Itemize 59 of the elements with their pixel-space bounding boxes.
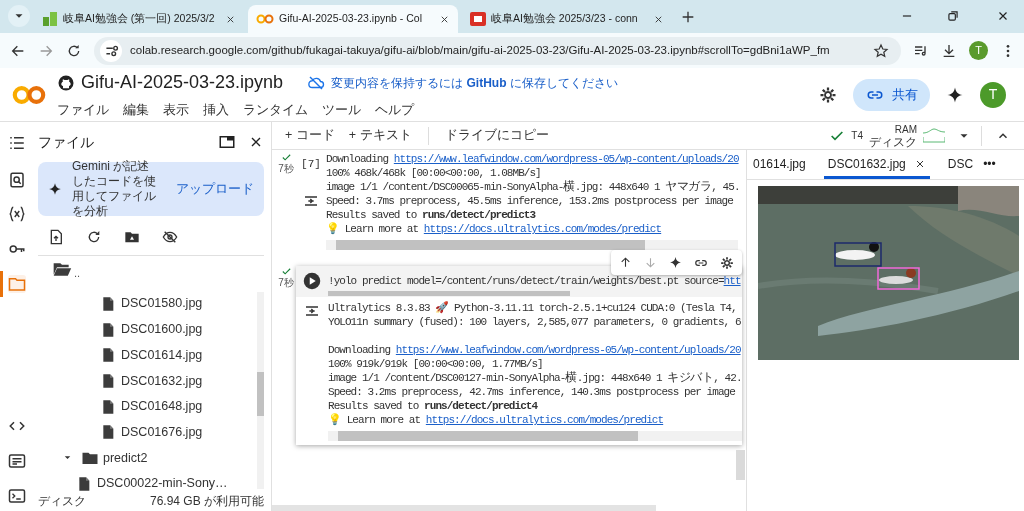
output-line: Results saved to runs/detect/predict4 xyxy=(328,399,539,413)
banner-text: Gemini が記述したコードを使用してファイルを分析 xyxy=(72,159,157,219)
copy-to-drive-button[interactable]: ドライブにコピー xyxy=(444,126,549,145)
address-bar[interactable]: colab.research.google.com/github/fukagai-takuya/gifu-ai/blob/main/gifu-ai-2025-03-23/Gifu-AI-2025-03-23.ipynb#scrollTo=gdBni1aWP_fm xyxy=(94,36,901,65)
output-line: Speed: 3.7ms preprocess, 45.5ms inference, 153.2ms postprocess per image xyxy=(326,194,734,208)
output-line: 💡 Learn more at https://docs.ultralytics.com/modes/predict xyxy=(326,222,663,236)
output-line: 100% 468k/468k [00:00<00:00, 1.08MB/s] xyxy=(326,166,542,180)
browser-tab[interactable]: 岐阜AI勉強会 2025/3/23 - conn xyxy=(462,5,672,33)
user-avatar[interactable]: T xyxy=(980,81,1006,108)
file-tab[interactable]: DSC xyxy=(943,150,978,179)
menu-item[interactable]: 編集 xyxy=(123,100,149,120)
notebook-title[interactable]: Gifu-AI-2025-03-23.ipynb xyxy=(81,69,284,97)
output-line: Downloading https://www.leafwindow.com/wordpress-05/wp-content/uploads/20 xyxy=(328,343,742,357)
output-line: image 1/1 /content/DSC00065-min-SonyAlpha-横.jpg: 448x640 1 ヤマガラ, 45. xyxy=(326,180,738,194)
output-line: 💡 Learn more at https://docs.ultralytics.com/modes/predict xyxy=(328,413,665,427)
output-line: Ultralytics 8.3.83 🚀 Python-3.11.11 torch-2.5.1+cu124 CUDA:0 (Tesla T4, xyxy=(328,301,738,315)
menu-item[interactable]: ランタイム xyxy=(243,100,308,120)
output-line: 100% 919k/919k [00:00<00:00, 1.77MB/s] xyxy=(328,357,544,371)
browser-tab[interactable]: Gifu-AI-2025-03-23.ipynb - Col xyxy=(248,5,458,33)
output-line: Results saved to runs/detect/predict3 xyxy=(326,208,537,222)
disk-label: ディスク xyxy=(38,493,86,510)
url-text: colab.research.google.com/github/fukagai-takuya/gifu-ai/blob/main/gifu-ai-2025-03-23/Gifu-AI-2025-03-23.ipynb#scrollTo=gdBni1aWP_fm xyxy=(130,42,831,58)
share-button[interactable]: 共有 xyxy=(853,78,930,111)
panel-title: ファイル xyxy=(38,132,95,152)
tree-item[interactable]: DSC01614.jpg xyxy=(121,345,203,365)
execution-count: [7] xyxy=(301,157,321,172)
output-link[interactable]: https://www.leafwindow.com/wordpress-05/wp-content/uploads/20 xyxy=(393,153,739,165)
menu-item[interactable]: 表示 xyxy=(163,100,189,120)
output-link[interactable]: https://docs.ultralytics.com/modes/predict xyxy=(423,223,662,235)
add-text-button[interactable]: + テキスト xyxy=(348,126,412,145)
upload-link[interactable]: アップロード xyxy=(176,179,254,199)
browser-tab[interactable]: 岐阜AI勉強会 (第一回) 2025/3/2 xyxy=(34,5,244,33)
tree-item[interactable]: DSC01676.jpg xyxy=(121,422,203,442)
run-time: 7秒 xyxy=(278,277,294,289)
output-line: YOLO11n summary (fused): 100 layers, 2,585,077 parameters, 0 gradients, 6 xyxy=(328,315,742,329)
save-notice-link[interactable]: 変更内容を保持するには GitHub に保存してください xyxy=(331,73,618,92)
run-time: 7秒 xyxy=(278,163,294,175)
tree-item[interactable]: DSC00022-min-Sony… xyxy=(97,474,228,491)
output-link[interactable]: https://docs.ultralytics.com/modes/predict xyxy=(425,414,664,426)
menu-item[interactable]: ファイル xyxy=(57,100,109,120)
output-link[interactable]: https://www.leafwindow.com/wordpress-05/wp-content/uploads/20 xyxy=(395,344,741,356)
output-line: image 1/1 /content/DSC00127-min-SonyAlpha-横.jpg: 448x640 1 キジバト, 42. xyxy=(328,371,742,385)
add-code-button[interactable]: + コード xyxy=(285,126,335,145)
output-line: Downloading https://www.leafwindow.com/wordpress-05/wp-content/uploads/20 xyxy=(326,152,738,166)
output-link[interactable]: htt xyxy=(723,275,741,287)
file-tab[interactable]: DSC01632.jpg xyxy=(823,150,930,179)
tree-item[interactable]: .. xyxy=(74,264,81,281)
menu-item[interactable]: ヘルプ xyxy=(375,100,414,120)
tree-item[interactable]: DSC01600.jpg xyxy=(121,320,203,339)
menu-item[interactable]: 挿入 xyxy=(203,100,229,120)
output-line: Speed: 3.2ms preprocess, 42.7ms inference, 140.3ms postprocess per image xyxy=(328,385,736,399)
disk-free-text: 76.94 GB が利用可能 xyxy=(149,493,264,510)
file-tab[interactable]: 01614.jpg xyxy=(749,150,810,179)
tree-item[interactable]: DSC01632.jpg xyxy=(121,371,203,391)
menu-item[interactable]: ツール xyxy=(322,100,361,120)
more-tabs-button[interactable]: ••• xyxy=(983,150,996,179)
tree-item[interactable]: DSC01648.jpg xyxy=(121,397,203,416)
tree-item[interactable]: predict2 xyxy=(103,448,148,468)
tree-item[interactable]: DSC01580.jpg xyxy=(121,294,203,314)
